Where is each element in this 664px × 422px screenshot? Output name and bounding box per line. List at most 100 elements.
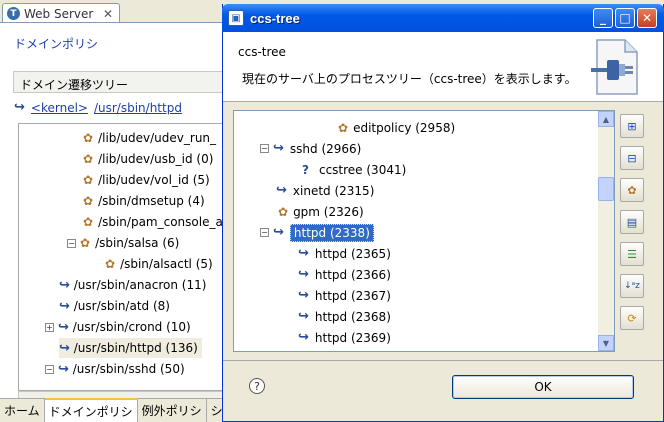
- dialog-title-bar[interactable]: ▣ ccs-tree _ □ ✕: [222, 4, 664, 32]
- process-tree[interactable]: ✿ editpolicy (2958) − ↪ sshd (2966) ? ccstre…: [233, 110, 615, 352]
- tree-row[interactable]: ↪ /usr/sbin/anacron (11): [59, 275, 206, 295]
- domain-policy-link[interactable]: ドメインポリシ: [14, 35, 98, 52]
- header-title: ccs-tree: [238, 45, 286, 59]
- tree-row-label: httpd (2369): [314, 330, 391, 345]
- view-body: ドメインポリシ ドメイン遷移ツリー ↪ <kernel> /usr/sbin/h…: [0, 22, 235, 407]
- tree-row-selected[interactable]: ↪ /usr/sbin/httpd (136): [59, 338, 202, 358]
- tab-home[interactable]: ホーム: [0, 399, 45, 422]
- tree-row[interactable]: ↪ httpd (2366): [298, 264, 391, 285]
- scroll-down-button[interactable]: ▼: [598, 335, 614, 351]
- view-tab-label: Web Server: [24, 6, 94, 21]
- transition-arrow-icon: ↪: [59, 340, 70, 356]
- httpd-link[interactable]: /usr/sbin/httpd: [94, 101, 182, 115]
- tree-row-label: /lib/udev/vol_id (5): [98, 173, 210, 187]
- ok-button[interactable]: OK: [452, 375, 634, 399]
- tab-domain-policy[interactable]: ドメインポリシ: [44, 398, 138, 422]
- binary-button[interactable]: ▤: [620, 210, 644, 234]
- tree-row[interactable]: ↪ /usr/sbin/atd (8): [59, 296, 170, 316]
- collapse-toggle[interactable]: −: [67, 238, 76, 248]
- tree-row[interactable]: ✿ /lib/udev/usb_id (0): [83, 149, 213, 169]
- tree-row[interactable]: ✿ /lib/udev/udev_run_: [83, 128, 216, 148]
- scroll-up-button[interactable]: ▲: [598, 111, 614, 127]
- transition-arrow-icon: ↪: [273, 141, 284, 156]
- transition-arrow-icon: ↪: [298, 288, 309, 303]
- kernel-link[interactable]: <kernel>: [31, 101, 88, 115]
- tree-row[interactable]: ✿ /sbin/alsactl (5): [105, 254, 213, 274]
- gear-icon: ✿: [105, 257, 116, 271]
- tree-row-label: httpd (2365): [314, 246, 391, 261]
- tree-row[interactable]: − ↪ /usr/sbin/sshd (50): [45, 359, 185, 379]
- collapse-toggle[interactable]: −: [45, 364, 54, 374]
- domain-tree[interactable]: ✿ /lib/udev/udev_run_ ✿ /lib/udev/usb_id (…: [18, 123, 230, 391]
- process-button[interactable]: ✿: [620, 178, 644, 202]
- gear-icon: ✿: [83, 215, 94, 229]
- tree-row-label: /lib/udev/udev_run_: [98, 131, 217, 145]
- gear-icon: ✿: [83, 173, 94, 187]
- tree-row-label: editpolicy (2958): [353, 120, 456, 135]
- transition-arrow-icon: ↪: [58, 319, 69, 335]
- footer-separator: [223, 360, 663, 361]
- expand-all-icon: ⊞: [627, 119, 637, 133]
- tree-row[interactable]: ✿ /sbin/dmsetup (4): [83, 191, 205, 211]
- tree-row[interactable]: ✿ /lib/udev/vol_id (5): [83, 170, 210, 190]
- tree-row-label: /usr/sbin/httpd (136): [73, 341, 198, 355]
- list-icon: ☰: [627, 247, 637, 261]
- dialog-title: ccs-tree: [250, 10, 300, 26]
- view-tab-web-server[interactable]: T Web Server ✕: [2, 3, 120, 23]
- maximize-button[interactable]: □: [615, 8, 635, 28]
- scroll-thumb[interactable]: [598, 177, 614, 201]
- collapse-all-icon: ⊟: [627, 151, 637, 165]
- list-button[interactable]: ☰: [620, 242, 644, 266]
- help-button[interactable]: ?: [249, 378, 265, 394]
- tree-row[interactable]: ✿ gpm (2326): [278, 201, 364, 222]
- gear-icon: ✿: [83, 152, 94, 166]
- vertical-scrollbar[interactable]: ▲ ▼: [598, 111, 614, 351]
- transition-arrow-icon: ↪: [298, 246, 309, 261]
- tree-row-label: gpm (2326): [293, 204, 364, 219]
- transition-arrow-icon: ↪: [59, 277, 70, 293]
- tree-row[interactable]: + ↪ /usr/sbin/crond (10): [45, 317, 191, 337]
- tree-row[interactable]: ↪ xinetd (2315): [276, 180, 374, 201]
- tree-row-label: /sbin/dmsetup (4): [98, 194, 205, 208]
- tree-row[interactable]: ✿ /sbin/pam_console_a: [83, 212, 223, 232]
- header-description: 現在のサーバ上のプロセスツリー（ccs-tree）を表示します。: [242, 72, 577, 86]
- tree-row-label: httpd (2368): [314, 309, 391, 324]
- tree-row[interactable]: − ↪ sshd (2966): [260, 138, 361, 159]
- tree-row[interactable]: ↪ httpd (2365): [298, 243, 391, 264]
- tree-row[interactable]: − ✿ /sbin/salsa (6): [67, 233, 179, 253]
- transition-arrow-icon: ↪: [298, 309, 309, 324]
- transition-arrow-icon: ↪: [298, 267, 309, 282]
- expand-all-button[interactable]: ⊞: [620, 114, 644, 138]
- close-icon[interactable]: ✕: [103, 7, 113, 21]
- tree-row[interactable]: ↪ httpd (2369): [298, 327, 391, 348]
- tree-row[interactable]: ↪ httpd (2367): [298, 285, 391, 306]
- close-button[interactable]: ✕: [637, 8, 657, 28]
- tree-row-label: sshd (2966): [289, 141, 362, 156]
- plug-icon: [591, 39, 638, 95]
- tomoyo-icon: T: [7, 7, 20, 20]
- transition-arrow-icon: ↪: [58, 361, 69, 377]
- tree-row-label: xinetd (2315): [292, 183, 375, 198]
- expand-toggle[interactable]: +: [45, 322, 54, 332]
- collapse-toggle[interactable]: −: [260, 144, 269, 153]
- minimize-button[interactable]: _: [593, 8, 613, 28]
- tree-row[interactable]: ? ccstree (3041): [302, 159, 406, 180]
- transition-arrow-icon: ↪: [14, 100, 25, 115]
- collapse-toggle[interactable]: −: [260, 228, 269, 237]
- tree-row[interactable]: ↪ httpd (2368): [298, 306, 391, 327]
- transition-arrow-icon: ↪: [59, 298, 70, 314]
- gear-icon: ✿: [338, 120, 349, 135]
- refresh-button[interactable]: ⟳: [620, 306, 644, 330]
- dialog-header: ccs-tree 現在のサーバ上のプロセスツリー（ccs-tree）を表示します…: [223, 32, 663, 102]
- collapse-all-button[interactable]: ⊟: [620, 146, 644, 170]
- tree-row-label: /usr/sbin/atd (8): [73, 299, 170, 313]
- transition-arrow-icon: ↪: [276, 183, 287, 198]
- sort-button[interactable]: ↓ᵃz: [620, 274, 644, 298]
- tree-row-label: httpd (2338): [289, 223, 374, 242]
- tab-exception-policy[interactable]: 例外ポリシ: [138, 399, 207, 422]
- ccs-tree-dialog: ▣ ccs-tree _ □ ✕ ccs-tree 現在のサーバ上のプロセスツリ…: [222, 4, 664, 422]
- tree-row-selected[interactable]: − ↪ httpd (2338): [260, 222, 374, 243]
- tree-row[interactable]: ✿ editpolicy (2958): [338, 117, 455, 138]
- tree-row-label: ccstree (3041): [318, 162, 407, 177]
- transition-arrow-icon: ↪: [298, 330, 309, 345]
